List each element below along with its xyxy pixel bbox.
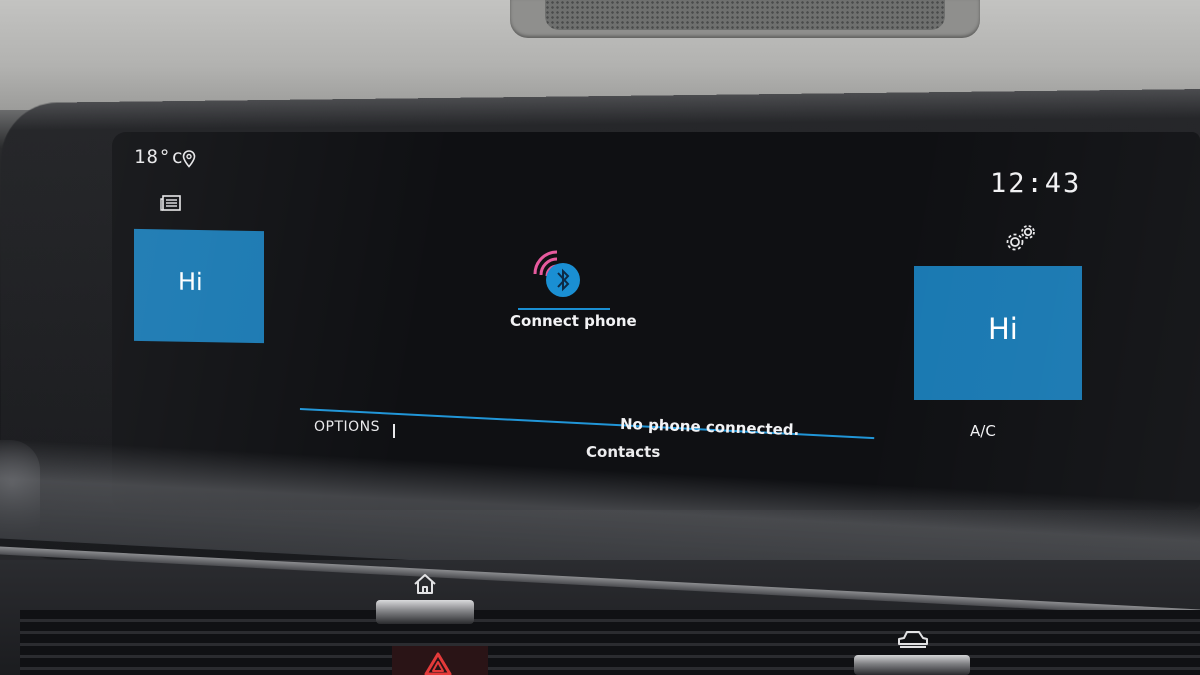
news-icon[interactable] <box>160 194 182 212</box>
car-icon <box>898 631 928 648</box>
contacts-tab[interactable]: Contacts <box>586 443 660 461</box>
options-separator <box>393 424 395 438</box>
left-temperature-tile[interactable]: Hi <box>134 228 264 344</box>
phone-status-message: No phone connected. <box>619 414 800 440</box>
air-vent <box>20 610 1200 675</box>
right-temperature-tile[interactable]: Hi <box>914 266 1082 400</box>
bluetooth-icon[interactable] <box>527 248 587 304</box>
home-button[interactable] <box>376 600 474 624</box>
gear-icon[interactable] <box>1004 222 1040 254</box>
outside-temperature: 18°c <box>134 146 184 168</box>
right-temperature-label: Hi <box>988 312 1018 346</box>
left-temperature-label: Hi <box>178 267 203 297</box>
location-pin-icon <box>182 150 196 168</box>
hazard-icon <box>424 652 452 675</box>
home-icon <box>414 574 436 594</box>
connect-phone-button[interactable]: Connect phone <box>510 312 637 330</box>
dashboard-scene: 18°c Hi 12:43 Hi A/C Connect phone OPTIO… <box>0 0 1200 675</box>
speaker-mesh <box>545 0 945 30</box>
vehicle-settings-button[interactable] <box>854 655 970 675</box>
connect-phone-underline <box>518 308 610 310</box>
options-button[interactable]: OPTIONS <box>314 419 380 435</box>
clock: 12:43 <box>990 168 1082 199</box>
ac-button[interactable]: A/C <box>970 422 996 440</box>
